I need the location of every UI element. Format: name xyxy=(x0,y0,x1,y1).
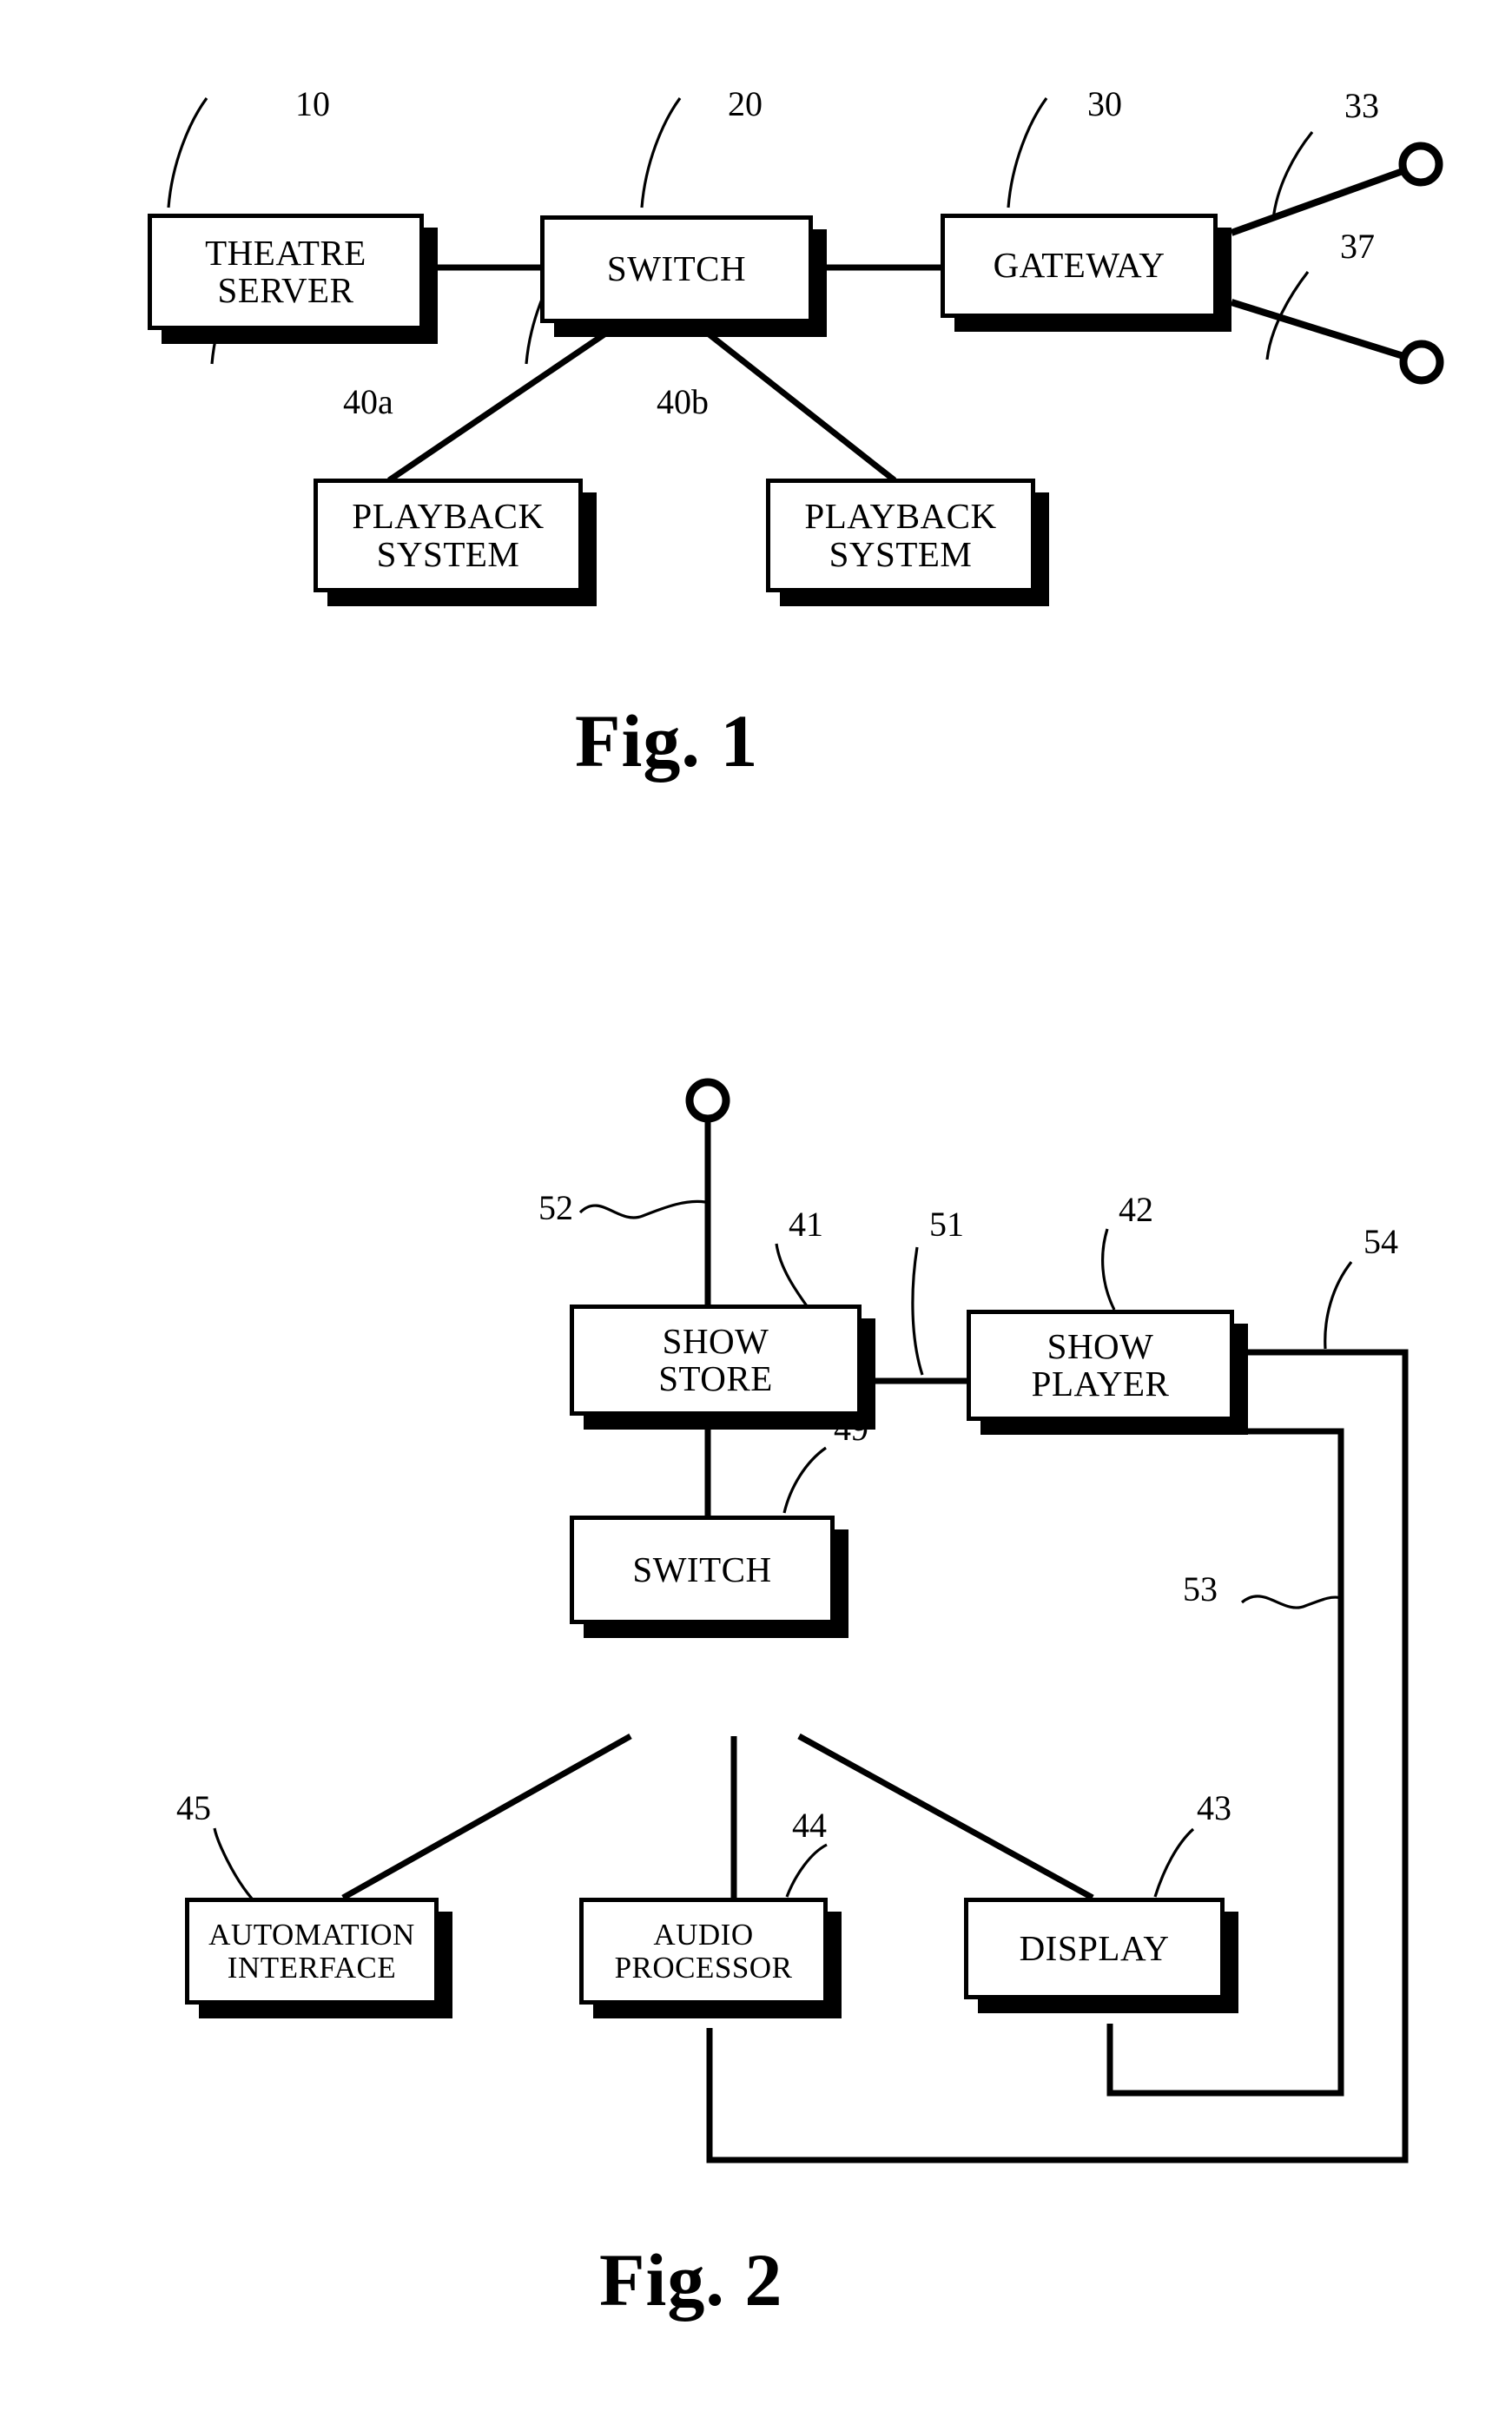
leader-33 xyxy=(1271,130,1314,221)
figure-2-caption: Fig. 2 xyxy=(599,2238,783,2322)
node-label-line: SYSTEM xyxy=(829,533,973,574)
ref-numeral-20: 20 xyxy=(728,84,763,123)
ref-numeral-37: 37 xyxy=(1340,227,1375,266)
connector-switch-display xyxy=(797,1733,1094,1901)
node-label-line: SWITCH xyxy=(606,248,747,289)
connector-switch-automation xyxy=(341,1733,632,1901)
node-label-line: THEATRE xyxy=(205,232,366,273)
connector-switch-playback-a xyxy=(387,320,623,483)
leader-51 xyxy=(911,1246,924,1376)
ref-numeral-41: 41 xyxy=(789,1205,823,1244)
connector-gateway-endpoint-37 xyxy=(1230,299,1405,360)
node-label-line: GATEWAY xyxy=(993,245,1165,286)
leader-44 xyxy=(785,1843,828,1898)
leader-37 xyxy=(1265,271,1310,360)
leader-20 xyxy=(640,97,682,208)
node-show-player[interactable]: SHOW PLAYER xyxy=(967,1310,1234,1421)
node-fig2-switch[interactable]: SWITCH xyxy=(570,1516,835,1624)
node-gateway[interactable]: GATEWAY xyxy=(941,214,1218,318)
node-label-line: PLAYBACK xyxy=(804,496,997,537)
node-label-line: PROCESSOR xyxy=(614,1950,793,1985)
leader-43 xyxy=(1153,1827,1195,1898)
figure-line-layer xyxy=(167,97,1444,2163)
node-audio-processor[interactable]: AUDIO PROCESSOR xyxy=(579,1898,828,2005)
node-playback-system-b[interactable]: PLAYBACK SYSTEM xyxy=(766,479,1035,592)
node-label-line: DISPLAY xyxy=(1019,1927,1170,1968)
node-label-line: SWITCH xyxy=(632,1549,772,1589)
ref-numeral-49: 49 xyxy=(834,1409,868,1448)
ref-numeral-10: 10 xyxy=(295,84,330,123)
node-show-store[interactable]: SHOW STORE xyxy=(570,1305,862,1416)
leader-45 xyxy=(213,1827,254,1900)
node-label-line: SHOW xyxy=(662,1320,769,1361)
node-display[interactable]: DISPLAY xyxy=(964,1898,1225,1999)
node-theatre-server[interactable]: THEATRE SERVER xyxy=(148,214,424,330)
ref-numeral-42: 42 xyxy=(1119,1190,1153,1229)
connector-switch-playback-b xyxy=(692,320,897,483)
leader-54 xyxy=(1324,1261,1353,1350)
node-label-line: SHOW xyxy=(1047,1325,1154,1366)
node-label-line: STORE xyxy=(658,1358,773,1398)
leader-53-wavy xyxy=(1240,1595,1343,1609)
leader-49 xyxy=(782,1446,827,1514)
leader-52-wavy xyxy=(578,1199,706,1219)
ref-numeral-33: 33 xyxy=(1344,86,1379,125)
ref-numeral-40b: 40b xyxy=(657,382,709,421)
leader-41 xyxy=(775,1243,814,1314)
leader-30 xyxy=(1007,97,1048,208)
ref-numeral-30: 30 xyxy=(1087,84,1122,123)
endpoint-circle-33 xyxy=(1398,142,1443,187)
ref-numeral-53: 53 xyxy=(1183,1569,1218,1608)
patent-drawing-sheet: THEATRE SERVER SWITCH GATEWAY PLAYBACK S… xyxy=(0,0,1512,2411)
node-label-line: AUTOMATION xyxy=(208,1918,415,1952)
node-label-line: SYSTEM xyxy=(376,533,520,574)
ref-numeral-43: 43 xyxy=(1197,1788,1231,1827)
node-fig1-switch[interactable]: SWITCH xyxy=(540,215,813,323)
connector-gateway-endpoint-33 xyxy=(1230,167,1407,236)
leader-42 xyxy=(1101,1228,1116,1311)
antenna-circle-52 xyxy=(685,1078,730,1123)
node-label-line: SERVER xyxy=(217,270,354,310)
ref-numeral-40a: 40a xyxy=(343,382,393,421)
node-automation-interface[interactable]: AUTOMATION INTERFACE xyxy=(185,1898,439,2005)
leader-10 xyxy=(167,97,208,208)
node-label-line: PLAYBACK xyxy=(352,496,545,537)
ref-numeral-54: 54 xyxy=(1363,1222,1398,1261)
node-label-line: PLAYER xyxy=(1031,1364,1170,1404)
ref-numeral-45: 45 xyxy=(176,1788,211,1827)
ref-numeral-51: 51 xyxy=(929,1205,964,1244)
endpoint-circle-37 xyxy=(1399,340,1444,385)
figure-1-caption: Fig. 1 xyxy=(575,699,759,783)
node-label-line: INTERFACE xyxy=(227,1950,397,1985)
connector-link-54 xyxy=(706,1349,1409,2163)
ref-numeral-52: 52 xyxy=(538,1188,573,1227)
ref-numeral-44: 44 xyxy=(792,1806,827,1845)
node-playback-system-a[interactable]: PLAYBACK SYSTEM xyxy=(314,479,583,592)
node-label-line: AUDIO xyxy=(653,1918,754,1952)
